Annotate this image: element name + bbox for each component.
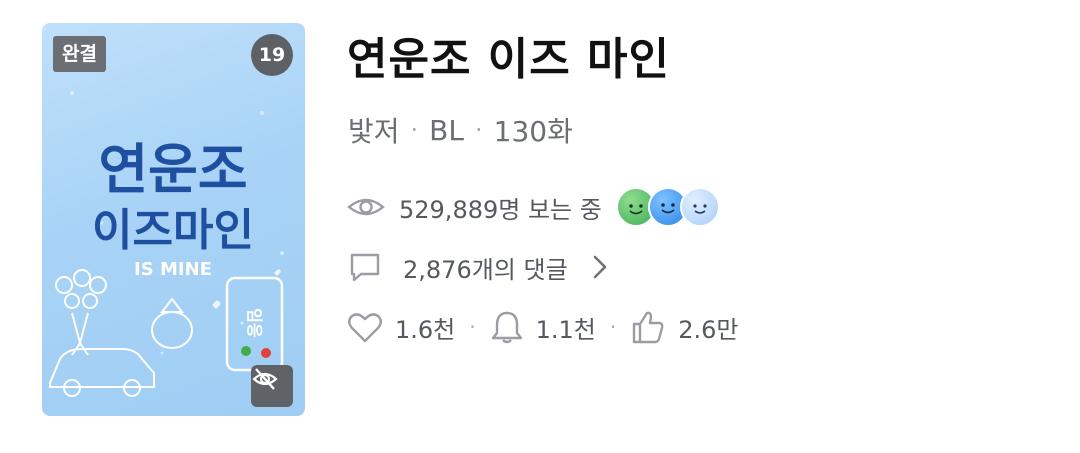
stats-separator: · [469,315,476,339]
phone-doodle: 임응 [225,276,284,372]
cover-artwork: 연운조 이즈마인 IS MINE 임응 [49,91,284,397]
cover-thumbnail[interactable]: 연운조 이즈마인 IS MINE 임응 완결 19 [42,23,305,416]
cover-subtitle: IS MINE [134,259,212,280]
comment-icon [350,253,380,282]
like-count: 1.6천 [395,315,456,344]
bell-icon[interactable] [490,309,524,345]
viewer-avatar-light [679,187,720,227]
viewer-count: 529,889명 보는 중 [399,195,602,224]
eye-off-icon [252,368,278,390]
series-meta: 밫저 · BL · 130화 [348,110,573,150]
comments-link[interactable]: 2,876개의 댓글 [347,247,608,287]
eye-icon [347,198,385,216]
svg-text:임응: 임응 [245,308,264,338]
stats-row: 1.6천 · 1.1천 · 2.6만 [347,307,738,347]
viewer-avatars [615,187,720,227]
smile-face-icon [693,204,707,214]
heart-icon[interactable] [347,310,383,344]
cover-title-line2: 이즈마인 [92,205,254,256]
chevron-right-icon [593,255,606,279]
viewers-row: 529,889명 보는 중 [347,185,720,229]
thumbs-up-icon[interactable] [630,309,666,345]
author-name[interactable]: 밫저 [348,110,400,150]
hide-button[interactable] [251,365,293,407]
cover-title-line1: 연운조 [98,138,247,201]
car-doodle [49,348,155,397]
bouquet-doodle [55,269,107,356]
comment-count: 2,876개의 댓글 [403,255,568,284]
recommend-count: 2.6만 [678,315,739,344]
ring-doodle [151,297,193,349]
completed-badge: 완결 [53,36,106,72]
stats-separator: · [609,315,617,339]
series-title: 연운조 이즈 마인 [347,34,670,85]
episode-count: 130화 [493,115,573,148]
subscriber-count: 1.1천 [535,315,596,344]
meta-separator: · [474,116,483,144]
genre-label[interactable]: BL [429,114,464,147]
meta-separator: · [410,116,419,144]
age-rating-badge: 19 [251,34,293,76]
